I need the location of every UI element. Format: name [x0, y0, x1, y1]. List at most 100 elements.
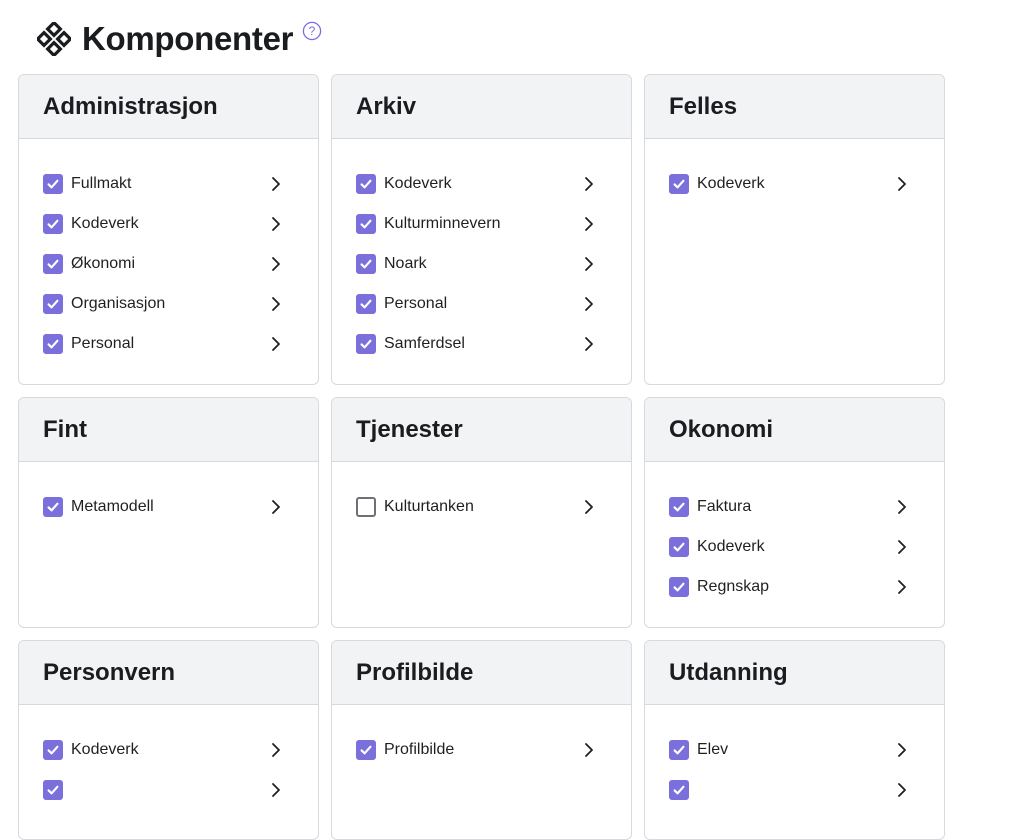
component-card: Administrasjon Fullmakt Kodeverk Økonomi Org…	[18, 74, 319, 385]
component-item[interactable]: Økonomi	[19, 244, 318, 284]
checkbox-checked[interactable]	[669, 780, 689, 800]
checkbox-checked[interactable]	[43, 294, 63, 314]
diamond-grid-icon	[36, 21, 72, 57]
component-item[interactable]: Personal	[332, 284, 631, 324]
checkbox-checked[interactable]	[43, 740, 63, 760]
item-label: Kulturtanken	[384, 498, 474, 515]
component-item[interactable]: Kodeverk	[645, 527, 944, 567]
checkbox-checked[interactable]	[43, 214, 63, 234]
checkbox-checked[interactable]	[356, 214, 376, 234]
checkbox-checked[interactable]	[43, 497, 63, 517]
chevron-right-icon[interactable]	[270, 216, 282, 232]
chevron-right-icon[interactable]	[896, 742, 908, 758]
component-item[interactable]	[19, 770, 318, 810]
component-item[interactable]: Kulturminnevern	[332, 204, 631, 244]
checkbox-checked[interactable]	[356, 174, 376, 194]
item-label: Organisasjon	[71, 295, 166, 312]
question-circle-icon[interactable]: ?	[302, 21, 322, 41]
item-label: Kodeverk	[71, 215, 139, 232]
card-header: Utdanning	[645, 641, 944, 705]
checkbox-checked[interactable]	[356, 740, 376, 760]
chevron-right-icon[interactable]	[270, 742, 282, 758]
item-label: Elev	[697, 741, 729, 758]
component-item[interactable]	[645, 770, 944, 810]
item-label: Kodeverk	[71, 741, 139, 758]
card-title: Tjenester	[356, 415, 463, 443]
item-label: Kodeverk	[384, 175, 452, 192]
chevron-right-icon[interactable]	[583, 176, 595, 192]
component-item[interactable]: Kodeverk	[19, 730, 318, 770]
component-card: Profilbilde Profilbilde	[331, 640, 632, 840]
card-item-list: Profilbilde	[332, 705, 631, 770]
checkbox-checked[interactable]	[43, 254, 63, 274]
chevron-right-icon[interactable]	[896, 782, 908, 798]
chevron-right-icon[interactable]	[583, 296, 595, 312]
component-item[interactable]: Organisasjon	[19, 284, 318, 324]
card-item-list: Faktura Kodeverk Regnskap	[645, 462, 944, 607]
checkbox-checked[interactable]	[356, 294, 376, 314]
chevron-right-icon[interactable]	[270, 782, 282, 798]
component-item[interactable]: Profilbilde	[332, 730, 631, 770]
card-title: Okonomi	[669, 415, 774, 443]
component-item[interactable]: Regnskap	[645, 567, 944, 607]
card-title: Utdanning	[669, 658, 788, 686]
card-header: Tjenester	[332, 398, 631, 462]
checkbox-unchecked[interactable]	[356, 497, 376, 517]
chevron-right-icon[interactable]	[896, 499, 908, 515]
chevron-right-icon[interactable]	[270, 256, 282, 272]
checkbox-checked[interactable]	[43, 780, 63, 800]
component-item[interactable]: Faktura	[645, 487, 944, 527]
checkbox-checked[interactable]	[356, 254, 376, 274]
component-item[interactable]: Personal	[19, 324, 318, 364]
checkbox-checked[interactable]	[43, 174, 63, 194]
card-item-list: Fullmakt Kodeverk Økonomi Organisasjon Perso…	[19, 139, 318, 364]
component-item[interactable]: Noark	[332, 244, 631, 284]
component-card: Utdanning Elev	[644, 640, 945, 840]
card-header: Felles	[645, 75, 944, 139]
item-label: Samferdsel	[384, 335, 465, 352]
chevron-right-icon[interactable]	[270, 296, 282, 312]
item-label: Kodeverk	[697, 175, 765, 192]
card-item-list: Elev	[645, 705, 944, 810]
component-item[interactable]: Metamodell	[19, 487, 318, 527]
item-label: Kodeverk	[697, 538, 765, 555]
chevron-right-icon[interactable]	[270, 176, 282, 192]
svg-text:?: ?	[309, 24, 316, 38]
component-card: Arkiv Kodeverk Kulturminnevern Noark Persona…	[331, 74, 632, 385]
component-item[interactable]: Samferdsel	[332, 324, 631, 364]
chevron-right-icon[interactable]	[583, 336, 595, 352]
checkbox-checked[interactable]	[43, 334, 63, 354]
checkbox-checked[interactable]	[669, 740, 689, 760]
card-header: Arkiv	[332, 75, 631, 139]
chevron-right-icon[interactable]	[270, 336, 282, 352]
chevron-right-icon[interactable]	[583, 216, 595, 232]
card-header: Fint	[19, 398, 318, 462]
component-item[interactable]: Kodeverk	[645, 164, 944, 204]
card-title: Arkiv	[356, 92, 417, 120]
component-item[interactable]: Kodeverk	[19, 204, 318, 244]
checkbox-checked[interactable]	[669, 174, 689, 194]
component-item[interactable]: Elev	[645, 730, 944, 770]
component-card: Fint Metamodell	[18, 397, 319, 628]
item-label: Metamodell	[71, 498, 154, 515]
card-title: Felles	[669, 92, 738, 120]
chevron-right-icon[interactable]	[583, 742, 595, 758]
card-header: Administrasjon	[19, 75, 318, 139]
component-item[interactable]: Kodeverk	[332, 164, 631, 204]
chevron-right-icon[interactable]	[583, 256, 595, 272]
component-grid: Administrasjon Fullmakt Kodeverk Økonomi Org…	[18, 74, 945, 840]
component-item[interactable]: Kulturtanken	[332, 487, 631, 527]
chevron-right-icon[interactable]	[270, 499, 282, 515]
chevron-right-icon[interactable]	[583, 499, 595, 515]
checkbox-checked[interactable]	[669, 497, 689, 517]
component-item[interactable]: Fullmakt	[19, 164, 318, 204]
chevron-right-icon[interactable]	[896, 176, 908, 192]
checkbox-checked[interactable]	[356, 334, 376, 354]
checkbox-checked[interactable]	[669, 537, 689, 557]
chevron-right-icon[interactable]	[896, 539, 908, 555]
card-title: Profilbilde	[356, 658, 474, 686]
item-label: Profilbilde	[384, 741, 455, 758]
chevron-right-icon[interactable]	[896, 579, 908, 595]
checkbox-checked[interactable]	[669, 577, 689, 597]
item-label: Kulturminnevern	[384, 215, 501, 232]
